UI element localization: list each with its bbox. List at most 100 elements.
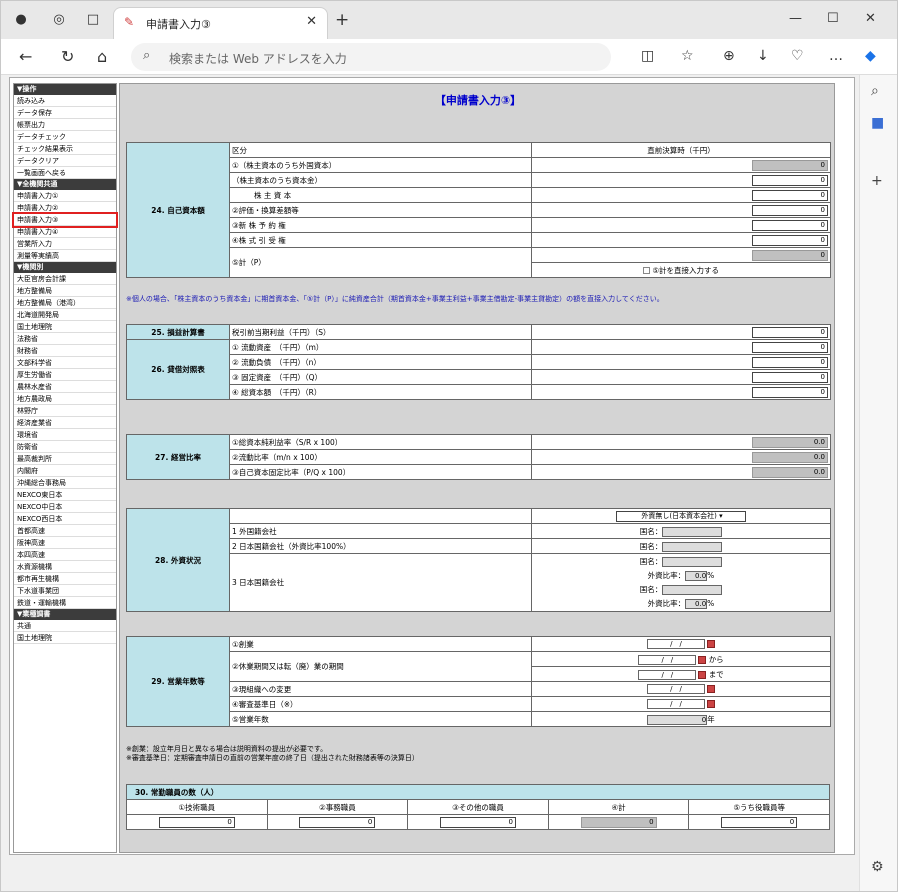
sidebar-item[interactable]: 都市再生機構 — [14, 573, 116, 585]
org-change-input[interactable]: / / — [647, 684, 705, 694]
sidebar-item[interactable]: 経済産業省 — [14, 417, 116, 429]
sidebar-item[interactable]: 地方整備局（港湾） — [14, 297, 116, 309]
home-icon[interactable]: ⌂ — [97, 47, 107, 66]
new-tab-icon[interactable]: + — [335, 10, 349, 30]
sidebar-item[interactable]: 財務省 — [14, 345, 116, 357]
review-date-calendar-icon[interactable] — [707, 700, 715, 708]
sidebar-item[interactable]: 北海道開発局 — [14, 309, 116, 321]
percent-1: % — [707, 570, 715, 580]
fixed-assets-input[interactable]: 0 — [752, 371, 828, 383]
sidebar-item[interactable]: 大臣官房会計課 — [14, 273, 116, 285]
subscription-rights-input[interactable]: 0 — [752, 234, 828, 246]
collections-icon[interactable]: ⊕ — [723, 48, 735, 64]
sidebar-item[interactable]: 内閣府 — [14, 465, 116, 477]
sidebar-item[interactable]: 申請書入力④ — [14, 226, 116, 238]
sidebar-item[interactable]: 最高裁判所 — [14, 453, 116, 465]
sidebar-item[interactable]: NEXCO東日本 — [14, 489, 116, 501]
sidebar-item[interactable]: 環境省 — [14, 429, 116, 441]
stock-options-input[interactable]: 0 — [752, 219, 828, 231]
tab-actions-icon[interactable]: □ — [85, 12, 101, 28]
row-founding: ①創業 — [229, 636, 532, 652]
sidebar-item[interactable]: 地方農政局 — [14, 393, 116, 405]
founding-calendar-icon[interactable] — [707, 640, 715, 648]
shareholders-equity-input[interactable]: 0 — [752, 189, 828, 201]
capital-input[interactable]: 0 — [752, 174, 828, 186]
founding-date-input[interactable]: / / — [647, 639, 705, 649]
reader-mode-icon[interactable]: ◫ — [641, 48, 654, 64]
sidebar-item[interactable]: 共通 — [14, 620, 116, 632]
sidebar-item[interactable]: 本四高速 — [14, 549, 116, 561]
sidebar-item[interactable]: 国土地理院 — [14, 632, 116, 644]
suspension-from-input[interactable]: / / — [638, 654, 697, 665]
current-assets-input[interactable]: 0 — [752, 341, 828, 353]
back-icon[interactable]: ← — [19, 47, 32, 66]
sidebar-search-icon[interactable]: ⌕ — [871, 83, 879, 99]
sidebar-item[interactable]: 文部科学省 — [14, 357, 116, 369]
sidebar-item[interactable]: 防衛省 — [14, 441, 116, 453]
valuation-input[interactable]: 0 — [752, 204, 828, 216]
workspaces-icon[interactable]: ◎ — [51, 12, 67, 28]
download-icon[interactable]: ↓ — [757, 48, 769, 64]
suspension-from-calendar-icon[interactable] — [698, 655, 707, 664]
review-date-input[interactable]: / / — [647, 699, 705, 709]
office-staff-input[interactable]: 0 — [299, 816, 376, 828]
other-staff-input[interactable]: 0 — [439, 816, 516, 828]
year-label: 年 — [707, 714, 715, 724]
sidebar-item[interactable]: データ保存 — [14, 107, 116, 119]
sidebar-item[interactable]: 読み込み — [14, 95, 116, 107]
sidebar-item[interactable]: 営業所入力 — [14, 238, 116, 250]
sidebar-item[interactable]: 林野庁 — [14, 405, 116, 417]
copilot-icon[interactable]: ◆ — [865, 48, 876, 64]
country-label-1: 国名： — [639, 526, 663, 536]
pretax-profit-input[interactable]: 0 — [752, 326, 828, 338]
sidebar-item[interactable]: 一覧画面へ戻る — [14, 167, 116, 179]
foreign-capital-select[interactable]: 外資無し(日本資本会社) ▾ — [616, 510, 746, 522]
sidebar-item[interactable]: データチェック — [14, 131, 116, 143]
sidebar-item[interactable]: 農林水産省 — [14, 381, 116, 393]
refresh-icon[interactable]: ↻ — [61, 47, 74, 66]
sidebar-item[interactable]: 水資源機構 — [14, 561, 116, 573]
officers-input[interactable]: 0 — [721, 816, 798, 828]
sidebar-item[interactable]: 沖縄総合事務局 — [14, 477, 116, 489]
browser-sidebar: ⌕ ■ + ⚙ — [859, 75, 897, 891]
sidebar-item[interactable]: 首都高速 — [14, 525, 116, 537]
row-fixed-ratio: ③自己資本固定比率（P/Q x 100） — [229, 464, 532, 480]
sidebar-item[interactable]: 測量等実績高 — [14, 250, 116, 262]
suspension-to-input[interactable]: / / — [638, 669, 697, 680]
favorites-icon[interactable]: ☆ — [681, 48, 694, 64]
technical-staff-input[interactable]: 0 — [158, 816, 235, 828]
tab-close-icon[interactable]: ✕ — [306, 14, 317, 29]
direct-input-checkbox[interactable] — [642, 267, 650, 274]
suspension-to-calendar-icon[interactable] — [698, 670, 707, 679]
sidebar-settings-icon[interactable]: ⚙ — [871, 859, 884, 875]
close-window-icon[interactable]: ✕ — [865, 11, 876, 26]
more-icon[interactable]: … — [829, 48, 843, 64]
total-capital-input[interactable]: 0 — [752, 386, 828, 398]
sidebar-item[interactable]: 阪神高速 — [14, 537, 116, 549]
sidebar-item[interactable]: チェック結果表示 — [14, 143, 116, 155]
sidebar-item[interactable]: 申請書入力③ — [12, 212, 118, 228]
maximize-icon[interactable]: ☐ — [827, 11, 839, 26]
sidebar-item[interactable]: 地方整備局 — [14, 285, 116, 297]
profile-icon[interactable]: ● — [13, 12, 29, 28]
sidebar-item[interactable]: NEXCO中日本 — [14, 501, 116, 513]
sidebar-item[interactable]: 法務省 — [14, 333, 116, 345]
minimize-icon[interactable]: — — [789, 11, 802, 26]
sidebar-item[interactable]: 厚生労働省 — [14, 369, 116, 381]
current-liabilities-input[interactable]: 0 — [752, 356, 828, 368]
sidebar-item[interactable]: 国土地理院 — [14, 321, 116, 333]
sidebar-item[interactable]: 帳票出力 — [14, 119, 116, 131]
org-change-calendar-icon[interactable] — [707, 685, 715, 693]
sidebar-tools-icon[interactable]: ■ — [871, 115, 884, 131]
extensions-icon[interactable]: ♡ — [791, 48, 804, 64]
sidebar-item[interactable]: 申請書入力① — [14, 190, 116, 202]
url-field[interactable]: ⌕ 検索または Web アドレスを入力 — [131, 43, 611, 71]
sidebar-item[interactable]: 下水道事業団 — [14, 585, 116, 597]
sidebar-add-icon[interactable]: + — [871, 173, 883, 189]
sidebar-item[interactable]: 鉄道・運輸機構 — [14, 597, 116, 609]
sidebar-item[interactable]: NEXCO西日本 — [14, 513, 116, 525]
sidebar-item[interactable]: データクリア — [14, 155, 116, 167]
tab-active[interactable]: ✎ 申請書入力③ ✕ — [113, 7, 328, 39]
tab-title: 申請書入力③ — [146, 18, 211, 31]
sidebar-item[interactable]: 申請書入力② — [14, 202, 116, 214]
